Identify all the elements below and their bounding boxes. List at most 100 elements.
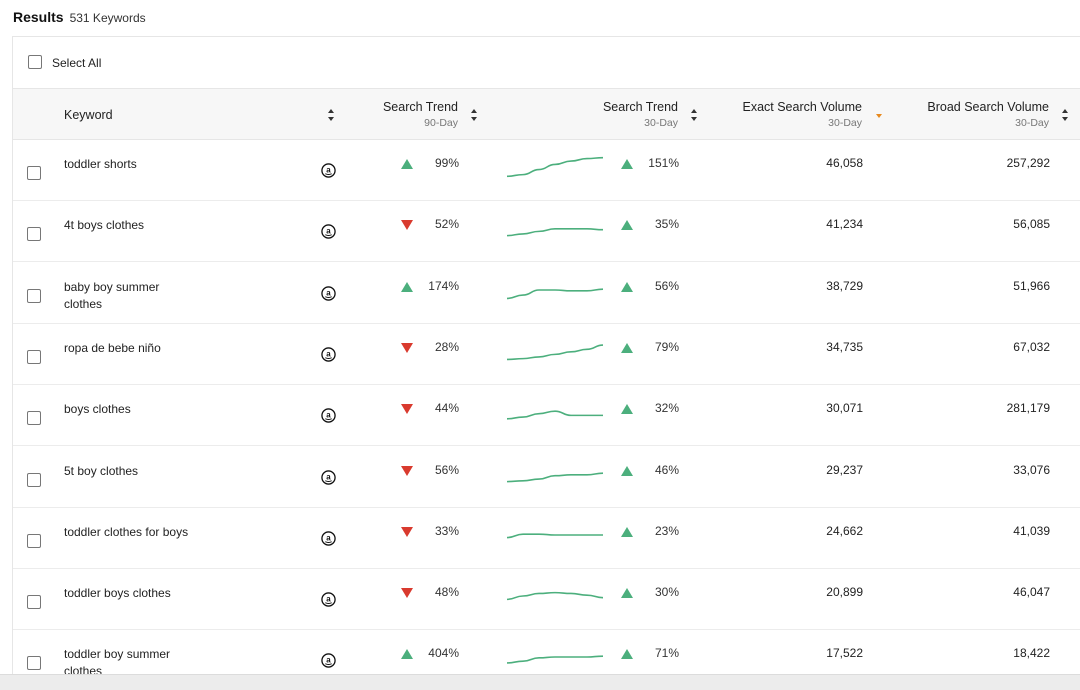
row-checkbox[interactable] [27, 595, 41, 610]
column-sub-trend-90: 90-Day [424, 117, 458, 129]
sparkline [506, 471, 604, 482]
amazon-icon[interactable]: a [321, 163, 336, 178]
select-all-label[interactable]: Select All [52, 56, 101, 70]
svg-text:a: a [326, 533, 331, 542]
table-row[interactable]: toddler boys clothes a 48% 30% 20,899 46… [13, 569, 1080, 631]
sparkline-path [506, 228, 604, 237]
trend-down-triangle-icon [401, 220, 413, 231]
row-checkbox[interactable] [27, 411, 41, 426]
broad-volume-value: 257,292 [1006, 156, 1050, 170]
svg-text:a: a [326, 472, 331, 481]
trend-up-triangle-icon [621, 342, 633, 353]
amazon-icon[interactable]: a [321, 347, 336, 362]
trend-90-value: 56% [434, 462, 459, 477]
keyword-cell[interactable]: 5t boy clothes [64, 463, 194, 480]
sparkline-path [506, 410, 603, 420]
amazon-icon[interactable]: a [321, 224, 336, 240]
sort-arrows-icon[interactable] [1061, 108, 1069, 122]
broad-volume-value: 56,085 [1013, 217, 1050, 232]
keyword-cell[interactable]: toddler clothes for boys [64, 524, 194, 541]
trend-30-value: 35% [654, 217, 679, 232]
row-checkbox[interactable] [27, 288, 41, 303]
table-row[interactable]: baby boy summer clothes a 174% 56% 38,72… [13, 263, 1080, 324]
select-all-checkbox[interactable] [28, 55, 42, 69]
sparkline [506, 591, 604, 601]
sparkline-path [506, 655, 604, 665]
trend-30-value: 32% [654, 401, 679, 416]
broad-volume-value: 33,076 [1013, 462, 1050, 477]
exact-volume-value: 29,237 [826, 462, 863, 477]
trend-30-value: 46% [654, 462, 679, 477]
column-label-keyword: Keyword [64, 108, 113, 122]
trend-up-triangle-icon [621, 220, 633, 231]
broad-volume-value: 67,032 [1013, 339, 1050, 354]
row-checkbox[interactable] [27, 227, 41, 242]
amazon-icon[interactable]: a [321, 469, 336, 485]
sort-arrows-icon[interactable] [470, 108, 478, 122]
trend-90-value: 33% [434, 523, 459, 538]
trend-down-triangle-icon [401, 588, 413, 599]
row-checkbox[interactable] [27, 656, 41, 671]
amazon-icon[interactable]: a [321, 653, 336, 669]
column-header-keyword[interactable]: Keyword [64, 108, 113, 122]
trend-up-triangle-icon [621, 404, 633, 415]
sparkline [506, 344, 604, 361]
column-sub-trend-30: 30-Day [644, 117, 678, 129]
trend-30-value: 79% [654, 339, 679, 354]
trend-90-value: 404% [428, 646, 459, 661]
trend-30-value: 30% [654, 585, 679, 600]
broad-volume-value: 281,179 [1006, 401, 1050, 416]
column-header-trend-90[interactable]: Search Trend 90-Day [318, 100, 458, 129]
keyword-cell[interactable]: toddler boy summer clothes [64, 646, 194, 676]
sparkline-path [506, 591, 604, 601]
row-checkbox[interactable] [27, 533, 41, 548]
broad-volume-value: 46,047 [1013, 585, 1050, 600]
column-header-broad-volume[interactable]: Broad Search Volume 30-Day [879, 100, 1049, 129]
table-row[interactable]: toddler shorts a 99% 151% 46,058 257,292 [13, 140, 1080, 201]
keyword-cell[interactable]: 4t boys clothes [64, 217, 194, 234]
amazon-icon[interactable]: a [321, 531, 336, 546]
amazon-icon[interactable]: a [321, 408, 336, 423]
horizontal-scrollbar[interactable] [0, 674, 1080, 690]
column-header-trend-30[interactable]: Search Trend 30-Day [538, 100, 678, 129]
trend-up-triangle-icon [621, 465, 633, 476]
sparkline-path [506, 533, 603, 539]
trend-30-value: 71% [654, 646, 679, 661]
trend-up-triangle-icon [401, 159, 413, 169]
exact-volume-value: 46,058 [826, 156, 863, 170]
column-header-exact-volume[interactable]: Exact Search Volume 30-Day [692, 100, 862, 129]
table-row[interactable]: toddler boy summer clothes a 404% 71% 17… [13, 630, 1080, 676]
trend-90-value: 174% [428, 278, 459, 293]
sparkline-path [506, 471, 604, 482]
trend-down-triangle-icon [401, 342, 413, 353]
broad-volume-value: 51,966 [1013, 278, 1050, 293]
table-row[interactable]: 4t boys clothes a 52% 35% 41,234 56,085 [13, 201, 1080, 263]
exact-volume-value: 34,735 [826, 339, 863, 354]
column-label-exact-volume: Exact Search Volume [742, 100, 862, 114]
table-row[interactable]: boys clothes a 44% 32% 30,071 281,179 [13, 385, 1080, 447]
exact-volume-value: 17,522 [826, 646, 863, 661]
row-checkbox[interactable] [27, 166, 41, 180]
keyword-cell[interactable]: boys clothes [64, 401, 194, 418]
results-header: Results 531 Keywords [13, 9, 146, 29]
table-row[interactable]: ropa de bebe niño a 28% 79% 34,735 67,03… [13, 324, 1080, 385]
exact-volume-value: 24,662 [826, 523, 863, 538]
exact-volume-value: 20,899 [826, 585, 863, 600]
keyword-cell[interactable]: toddler shorts [64, 156, 194, 173]
results-count: 531 Keywords [69, 11, 146, 25]
exact-volume-value: 38,729 [826, 278, 863, 293]
amazon-icon[interactable]: a [321, 592, 336, 607]
row-checkbox[interactable] [27, 349, 41, 364]
trend-up-triangle-icon [621, 159, 633, 169]
table-row[interactable]: toddler clothes for boys a 33% 23% 24,66… [13, 508, 1080, 569]
table-row[interactable]: 5t boy clothes a 56% 46% 29,237 33,076 [13, 447, 1080, 508]
keyword-cell[interactable]: ropa de bebe niño [64, 340, 194, 357]
row-checkbox[interactable] [27, 472, 41, 487]
broad-volume-value: 18,422 [1013, 646, 1050, 661]
column-label-trend-30: Search Trend [602, 100, 678, 114]
keyword-cell[interactable]: toddler boys clothes [64, 585, 194, 602]
keyword-cell[interactable]: baby boy summer clothes [64, 279, 194, 313]
trend-up-triangle-icon [621, 526, 633, 537]
exact-volume-value: 41,234 [826, 217, 863, 232]
amazon-icon[interactable]: a [321, 285, 336, 301]
